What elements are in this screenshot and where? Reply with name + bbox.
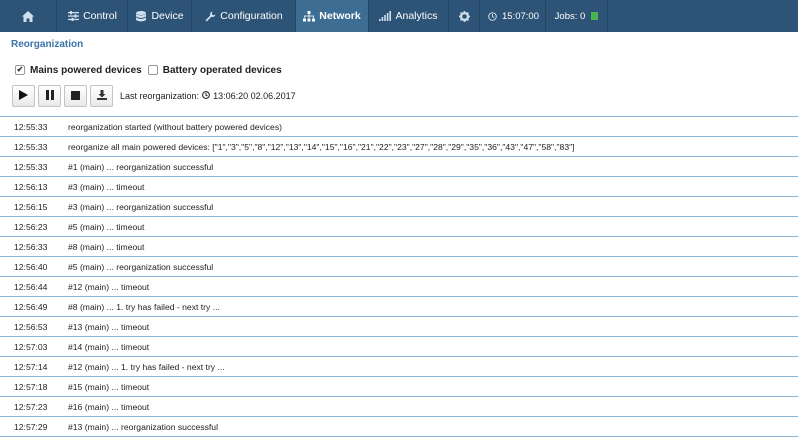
signal-bars-icon	[379, 10, 392, 22]
nav-home[interactable]	[0, 0, 57, 32]
nav-control-label: Control	[83, 10, 117, 22]
log-message: #14 (main) ... timeout	[68, 341, 150, 352]
log-time: 12:56:40	[14, 261, 48, 272]
log-message: reorganize all main powered devices: ["1…	[68, 141, 575, 152]
log-row: 12:56:53 #13 (main) ... timeout	[0, 317, 798, 337]
device-type-options: ✔ Mains powered devices Battery operated…	[15, 63, 798, 77]
log-message: reorganization started (without battery …	[68, 121, 283, 132]
log-message: #12 (main) ... 1. try has failed - next …	[68, 361, 225, 372]
clock-icon	[486, 10, 498, 22]
log-time: 12:57:03	[14, 341, 48, 352]
log-message: #13 (main) ... timeout	[68, 321, 150, 332]
log-row: 12:56:44 #12 (main) ... timeout	[0, 277, 798, 297]
log-time: 12:56:44	[14, 281, 48, 292]
log-row: 12:56:49 #8 (main) ... 1. try has failed …	[0, 297, 798, 317]
log-message: #5 (main) ... reorganization successful	[68, 261, 214, 272]
log-message: #15 (main) ... timeout	[68, 381, 150, 392]
log-time: 12:56:15	[14, 201, 48, 212]
log-time: 12:56:49	[14, 301, 48, 312]
nav-analytics-label: Analytics	[395, 10, 438, 22]
log-message: #5 (main) ... timeout	[68, 221, 145, 232]
database-icon	[135, 10, 147, 22]
start-button[interactable]	[12, 85, 35, 107]
log-time: 12:57:23	[14, 401, 48, 412]
log-row: 12:57:18 #15 (main) ... timeout	[0, 377, 798, 397]
reorganization-log: 12:55:33 reorganization started (without …	[0, 116, 798, 437]
stop-button[interactable]	[64, 85, 87, 107]
sitemap-icon	[303, 10, 316, 22]
log-time: 12:55:33	[14, 141, 48, 152]
log-message: #8 (main) ... timeout	[68, 241, 145, 252]
download-icon	[96, 90, 107, 102]
log-time: 12:57:14	[14, 361, 48, 372]
nav-settings[interactable]	[449, 0, 480, 32]
log-time: 12:55:33	[14, 121, 48, 132]
log-row: 12:55:33 reorganize all main powered devi…	[0, 137, 798, 157]
reorg-toolbar: Last reorganization: 13:06:20 02.06.2017	[12, 84, 798, 108]
sliders-icon	[67, 10, 79, 22]
nav-configuration[interactable]: Configuration	[192, 0, 296, 32]
nav-network-label: Network	[319, 10, 361, 22]
log-row: 12:57:23 #16 (main) ... timeout	[0, 397, 798, 417]
home-icon	[22, 10, 34, 22]
log-row: 12:55:33 reorganization started (without …	[0, 117, 798, 137]
battery-checkbox[interactable]	[147, 65, 158, 75]
mains-label: Mains powered devices	[30, 64, 142, 76]
wrench-icon	[204, 10, 216, 22]
log-row: 12:56:13 #3 (main) ... timeout	[0, 177, 798, 197]
clock-icon	[202, 91, 210, 101]
jobs-status-indicator	[591, 12, 599, 20]
pause-button[interactable]	[38, 85, 61, 107]
log-message: #3 (main) ... timeout	[68, 181, 145, 192]
nav-control[interactable]: Control	[57, 0, 128, 32]
nav-network[interactable]: Network	[296, 0, 369, 32]
log-time: 12:57:18	[14, 381, 48, 392]
stop-icon	[71, 90, 80, 102]
top-navbar: Control Device Configuration Network Ana…	[0, 0, 798, 32]
last-reorg-value: 13:06:20 02.06.2017	[213, 91, 296, 101]
mains-checkbox[interactable]: ✔	[15, 65, 25, 75]
nav-configuration-label: Configuration	[220, 10, 283, 22]
nav-device[interactable]: Device	[128, 0, 192, 32]
download-button[interactable]	[90, 85, 113, 107]
log-row: 12:56:40 #5 (main) ... reorganization suc…	[0, 257, 798, 277]
play-icon	[19, 90, 28, 102]
log-message: #13 (main) ... reorganization successful	[68, 421, 218, 432]
log-time: 12:55:33	[14, 161, 48, 172]
gear-icon	[458, 10, 470, 22]
log-message: #3 (main) ... reorganization successful	[68, 201, 214, 212]
navbar-filler	[608, 0, 798, 32]
log-message: #16 (main) ... timeout	[68, 401, 150, 412]
log-message: #12 (main) ... timeout	[68, 281, 150, 292]
pause-icon	[45, 90, 54, 102]
log-row: 12:56:33 #8 (main) ... timeout	[0, 237, 798, 257]
log-time: 12:56:53	[14, 321, 48, 332]
log-time: 12:56:33	[14, 241, 48, 252]
nav-analytics[interactable]: Analytics	[369, 0, 449, 32]
log-row: 12:57:29 #13 (main) ... reorganization su…	[0, 417, 798, 437]
nav-jobs[interactable]: Jobs: 0	[546, 0, 608, 32]
log-time: 12:57:29	[14, 421, 48, 432]
last-reorganization-info: Last reorganization: 13:06:20 02.06.2017	[120, 91, 296, 101]
last-reorg-label: Last reorganization:	[120, 91, 200, 101]
log-row: 12:55:33 #1 (main) ... reorganization suc…	[0, 157, 798, 177]
log-row: 12:56:15 #3 (main) ... reorganization suc…	[0, 197, 798, 217]
log-row: 12:57:03 #14 (main) ... timeout	[0, 337, 798, 357]
jobs-label: Jobs: 0	[554, 10, 586, 22]
nav-clock: 15:07:00	[480, 0, 546, 32]
clock-time: 15:07:00	[502, 10, 539, 22]
log-row: 12:57:14 #12 (main) ... 1. try has failed…	[0, 357, 798, 377]
log-message: #1 (main) ... reorganization successful	[68, 161, 214, 172]
log-time: 12:56:23	[14, 221, 48, 232]
nav-device-label: Device	[151, 10, 184, 22]
main-content: Reorganization ✔ Mains powered devices B…	[0, 39, 798, 437]
log-message: #8 (main) ... 1. try has failed - next t…	[68, 301, 220, 312]
log-row: 12:56:23 #5 (main) ... timeout	[0, 217, 798, 237]
log-time: 12:56:13	[14, 181, 48, 192]
page-title: Reorganization	[11, 39, 84, 50]
battery-label: Battery operated devices	[162, 64, 282, 76]
